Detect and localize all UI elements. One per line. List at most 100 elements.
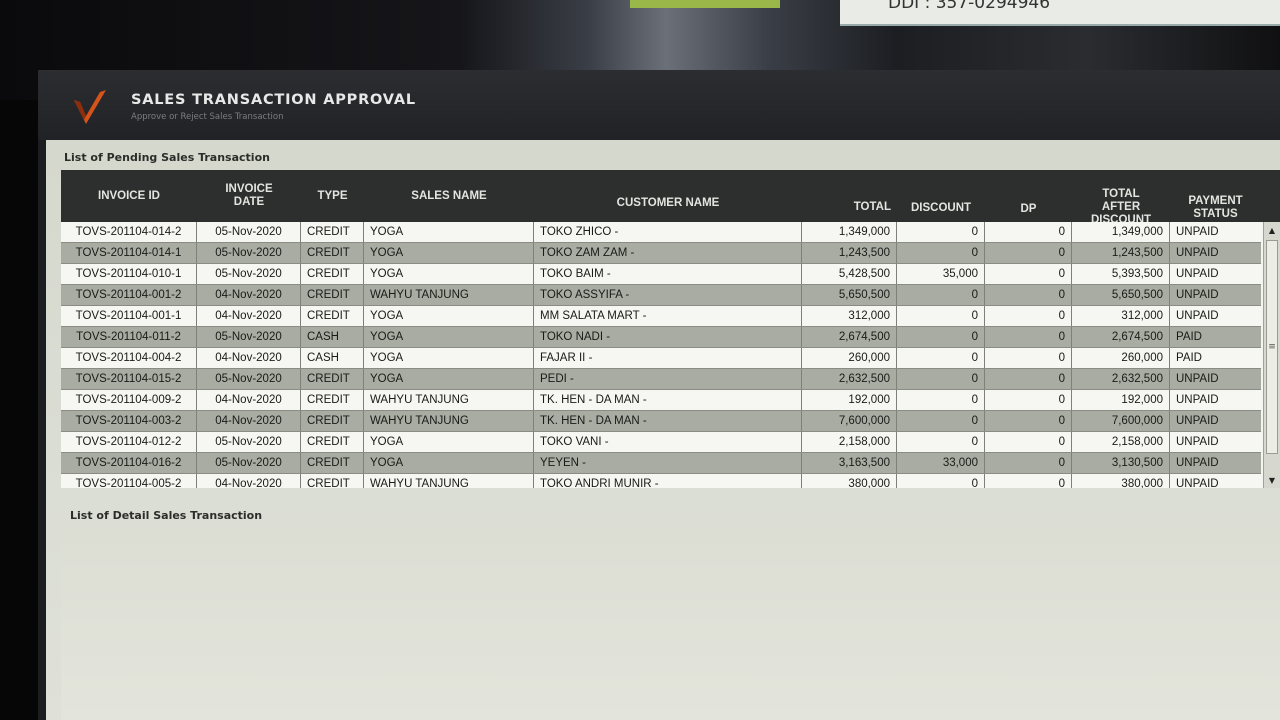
cell-dp: 0 (985, 453, 1072, 473)
table-row[interactable]: TOVS-201104-001-1 04-Nov-2020 CREDIT YOGA MM… (61, 306, 1261, 327)
cell-invoice-id: TOVS-201104-011-2 (61, 327, 197, 347)
cell-type: CASH (301, 348, 364, 368)
cell-dp: 0 (985, 285, 1072, 305)
v-logo-icon (74, 90, 106, 124)
cell-type: CREDIT (301, 306, 364, 326)
cell-total-after-discount: 3,130,500 (1072, 453, 1170, 473)
cell-invoice-id: TOVS-201104-005-2 (61, 474, 197, 488)
cell-customer-name: TK. HEN - DA MAN - (534, 411, 802, 431)
scroll-grip-icon: ≡ (1268, 342, 1276, 352)
table-row[interactable]: TOVS-201104-001-2 04-Nov-2020 CREDIT WAHYU … (61, 285, 1261, 306)
col-header-dp[interactable]: DP (985, 170, 1072, 222)
table-row[interactable]: TOVS-201104-014-1 05-Nov-2020 CREDIT YOGA TO… (61, 243, 1261, 264)
cell-customer-name: TOKO NADI - (534, 327, 802, 347)
cell-type: CREDIT (301, 222, 364, 242)
cell-invoice-id: TOVS-201104-001-1 (61, 306, 197, 326)
cell-discount: 0 (897, 348, 985, 368)
cell-type: CREDIT (301, 453, 364, 473)
cell-total: 192,000 (802, 390, 897, 410)
cell-total: 7,600,000 (802, 411, 897, 431)
cell-sales-name: YOGA (364, 369, 534, 389)
cell-total-after-discount: 2,674,500 (1072, 327, 1170, 347)
cell-type: CREDIT (301, 264, 364, 284)
cell-payment-status: UNPAID (1176, 415, 1219, 427)
scroll-thumb[interactable]: ≡ (1266, 240, 1278, 454)
cell-payment-status: UNPAID (1176, 394, 1219, 406)
cell-invoice-date: 04-Nov-2020 (197, 411, 301, 431)
cell-dp: 0 (985, 264, 1072, 284)
cell-total: 1,243,500 (802, 243, 897, 263)
cell-discount: 0 (897, 369, 985, 389)
cell-total: 312,000 (802, 306, 897, 326)
cell-total: 2,674,500 (802, 327, 897, 347)
cell-dp: 0 (985, 222, 1072, 242)
cell-customer-name: PEDI - (534, 369, 802, 389)
table-row[interactable]: TOVS-201104-005-2 04-Nov-2020 CREDIT WAHYU … (61, 474, 1261, 488)
table-row[interactable]: TOVS-201104-010-1 05-Nov-2020 CREDIT YOGA TO… (61, 264, 1261, 285)
cell-invoice-date: 04-Nov-2020 (197, 285, 301, 305)
cell-invoice-id: TOVS-201104-004-2 (61, 348, 197, 368)
cell-payment-status: UNPAID (1176, 268, 1219, 280)
cell-invoice-date: 04-Nov-2020 (197, 474, 301, 488)
col-header-payment-status[interactable]: PAYMENT STATUS (1170, 170, 1261, 222)
pending-transactions-grid[interactable]: INVOICE ID INVOICE DATE TYPE SALES NAME … (61, 170, 1280, 488)
col-header-customer-name[interactable]: CUSTOMER NAME (534, 170, 802, 222)
cell-payment-status: UNPAID (1176, 457, 1219, 469)
col-header-type[interactable]: TYPE (301, 170, 364, 222)
cell-total: 1,349,000 (802, 222, 897, 242)
table-row[interactable]: TOVS-201104-003-2 04-Nov-2020 CREDIT WAHYU … (61, 411, 1261, 432)
cell-invoice-id: TOVS-201104-014-1 (61, 243, 197, 263)
cell-payment-status: PAID (1176, 331, 1202, 343)
cell-invoice-date: 05-Nov-2020 (197, 243, 301, 263)
cell-invoice-id: TOVS-201104-003-2 (61, 411, 197, 431)
detail-transactions-area (61, 528, 1280, 720)
cell-total-after-discount: 312,000 (1072, 306, 1170, 326)
cell-discount: 33,000 (897, 453, 985, 473)
table-row[interactable]: TOVS-201104-012-2 05-Nov-2020 CREDIT YOGA TO… (61, 432, 1261, 453)
scroll-up-arrow-icon[interactable]: ▲ (1264, 222, 1280, 238)
page-subtitle: Approve or Reject Sales Transaction (131, 112, 284, 122)
col-header-invoice-date[interactable]: INVOICE DATE (197, 170, 301, 222)
col-header-total[interactable]: TOTAL (802, 170, 897, 222)
cell-total-after-discount: 5,650,500 (1072, 285, 1170, 305)
cell-payment-status: UNPAID (1176, 226, 1219, 238)
cell-customer-name: TOKO ASSYIFA - (534, 285, 802, 305)
cell-sales-name: WAHYU TANJUNG (364, 411, 534, 431)
col-header-total-after-discount[interactable]: TOTAL AFTER DISCOUNT (1072, 170, 1170, 226)
table-row[interactable]: TOVS-201104-011-2 05-Nov-2020 CASH YOGA TOKO… (61, 327, 1261, 348)
table-row[interactable]: TOVS-201104-014-2 05-Nov-2020 CREDIT YOGA TO… (61, 222, 1261, 243)
scroll-down-arrow-icon[interactable]: ▼ (1264, 472, 1280, 488)
cell-discount: 0 (897, 432, 985, 452)
cell-invoice-id: TOVS-201104-009-2 (61, 390, 197, 410)
table-row[interactable]: TOVS-201104-015-2 05-Nov-2020 CREDIT YOGA PE… (61, 369, 1261, 390)
table-row[interactable]: TOVS-201104-009-2 04-Nov-2020 CREDIT WAHYU … (61, 390, 1261, 411)
grid-scrollbar[interactable]: ▲ ≡ ▼ (1263, 222, 1280, 488)
table-row[interactable]: TOVS-201104-004-2 04-Nov-2020 CASH YOGA FAJA… (61, 348, 1261, 369)
cell-type: CREDIT (301, 390, 364, 410)
cell-type: CREDIT (301, 474, 364, 488)
cell-dp: 0 (985, 432, 1072, 452)
cell-sales-name: YOGA (364, 222, 534, 242)
cell-invoice-date: 05-Nov-2020 (197, 222, 301, 242)
cell-payment-status: UNPAID (1176, 478, 1219, 488)
cell-invoice-id: TOVS-201104-015-2 (61, 369, 197, 389)
cell-sales-name: WAHYU TANJUNG (364, 285, 534, 305)
table-row[interactable]: TOVS-201104-016-2 05-Nov-2020 CREDIT YOGA YE… (61, 453, 1261, 474)
col-header-invoice-id[interactable]: INVOICE ID (61, 170, 197, 222)
cell-customer-name: YEYEN - (534, 453, 802, 473)
col-header-sales-name[interactable]: SALES NAME (364, 170, 534, 222)
cell-discount: 0 (897, 390, 985, 410)
cell-total-after-discount: 2,158,000 (1072, 432, 1170, 452)
cell-type: CREDIT (301, 411, 364, 431)
monitor-bezel (0, 100, 38, 720)
cell-total: 260,000 (802, 348, 897, 368)
cell-customer-name: MM SALATA MART - (534, 306, 802, 326)
cell-sales-name: YOGA (364, 243, 534, 263)
col-header-discount[interactable]: DISCOUNT (897, 170, 985, 222)
detail-list-label: List of Detail Sales Transaction (70, 509, 263, 522)
cell-customer-name: TOKO VANI - (534, 432, 802, 452)
cell-type: CASH (301, 327, 364, 347)
cell-payment-status: PAID (1176, 352, 1202, 364)
cell-sales-name: YOGA (364, 306, 534, 326)
cell-total-after-discount: 5,393,500 (1072, 264, 1170, 284)
